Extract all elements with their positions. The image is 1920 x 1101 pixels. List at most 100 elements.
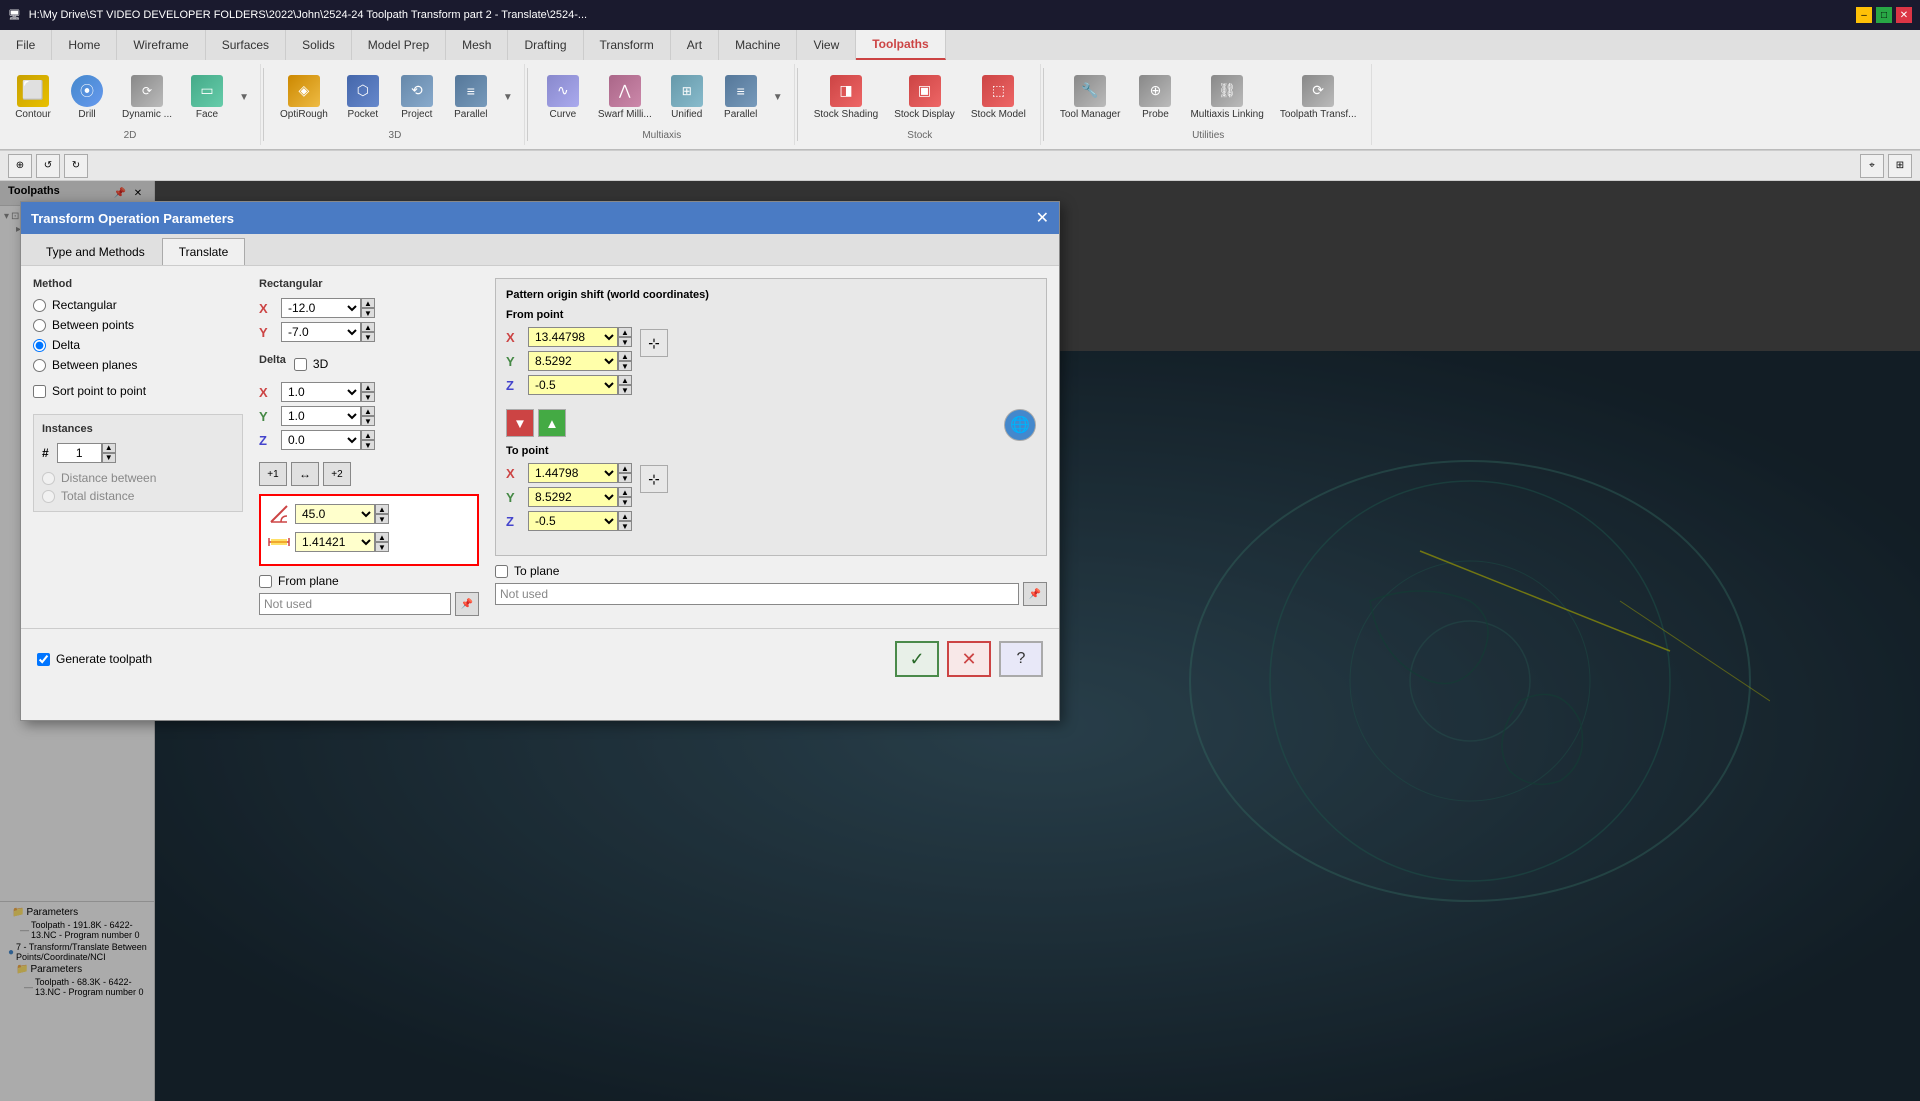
from-plane-checkbox[interactable] bbox=[259, 575, 272, 588]
tab-type-methods[interactable]: Type and Methods bbox=[29, 238, 162, 265]
project-btn[interactable]: ⟲ Project bbox=[392, 71, 442, 124]
delta-z-up[interactable]: ▲ bbox=[361, 430, 375, 440]
to-z-select[interactable]: -0.5 bbox=[528, 511, 618, 531]
sort-point-checkbox[interactable] bbox=[33, 385, 46, 398]
rect-x-select[interactable]: -12.0 bbox=[281, 298, 361, 318]
delta-x-input[interactable]: 1.0 ▲ ▼ bbox=[281, 382, 375, 402]
instances-spin[interactable]: ▲ ▼ bbox=[57, 443, 116, 463]
method-between-points-radio[interactable] bbox=[33, 319, 46, 332]
distance-between-radio[interactable] bbox=[42, 472, 55, 485]
delta-z-select[interactable]: 0.0 bbox=[281, 430, 361, 450]
globe-btn[interactable]: 🌐 bbox=[1004, 409, 1036, 441]
swarf-btn[interactable]: ⋀ Swarf Milli... bbox=[592, 71, 658, 124]
to-y-input[interactable]: 8.5292 ▲ ▼ bbox=[528, 487, 632, 507]
method-between-planes-radio[interactable] bbox=[33, 359, 46, 372]
toolpath-transform-btn[interactable]: ⟳ Toolpath Transf... bbox=[1274, 71, 1363, 124]
tab-toolpaths[interactable]: Toolpaths bbox=[856, 30, 945, 60]
tab-wireframe[interactable]: Wireframe bbox=[117, 30, 205, 60]
delta-z-down[interactable]: ▼ bbox=[361, 440, 375, 450]
tab-translate[interactable]: Translate bbox=[162, 238, 246, 265]
multiaxis-linking-btn[interactable]: ⛓ Multiaxis Linking bbox=[1184, 71, 1269, 124]
angle-select[interactable]: 45.0 bbox=[295, 504, 375, 524]
minimize-btn[interactable]: – bbox=[1856, 7, 1872, 23]
angle-input[interactable]: 45.0 ▲ ▼ bbox=[295, 504, 389, 524]
to-plane-checkbox[interactable] bbox=[495, 565, 508, 578]
from-plane-input[interactable] bbox=[259, 593, 451, 615]
to-plane-item[interactable]: To plane bbox=[495, 564, 559, 578]
delta-y-select[interactable]: 1.0 bbox=[281, 406, 361, 426]
origin-up-btn[interactable]: ▲ bbox=[538, 409, 566, 437]
to-x-select[interactable]: 1.44798 bbox=[528, 463, 618, 483]
to-point-cursor-btn[interactable]: ⊹ bbox=[640, 465, 668, 493]
to-plane-pick-btn[interactable]: 📌 bbox=[1023, 582, 1047, 606]
maximize-btn[interactable]: □ bbox=[1876, 7, 1892, 23]
from-x-up[interactable]: ▲ bbox=[618, 327, 632, 337]
rect-x-up[interactable]: ▲ bbox=[361, 298, 375, 308]
tab-home[interactable]: Home bbox=[52, 30, 117, 60]
from-y-select[interactable]: 8.5292 bbox=[528, 351, 618, 371]
rect-x-down[interactable]: ▼ bbox=[361, 308, 375, 318]
tab-view[interactable]: View bbox=[797, 30, 856, 60]
stock-display-btn[interactable]: ▣ Stock Display bbox=[888, 71, 961, 124]
to-x-input[interactable]: 1.44798 ▲ ▼ bbox=[528, 463, 632, 483]
cancel-btn[interactable]: ✕ bbox=[947, 641, 991, 677]
tab-file[interactable]: File bbox=[0, 30, 52, 60]
unified-btn[interactable]: ⊞ Unified bbox=[662, 71, 712, 124]
toolbar-btn-1[interactable]: ⊕ bbox=[8, 154, 32, 178]
stock-shading-btn[interactable]: ◨ Stock Shading bbox=[808, 71, 885, 124]
from-z-input[interactable]: -0.5 ▲ ▼ bbox=[528, 375, 632, 395]
tab-mesh[interactable]: Mesh bbox=[446, 30, 508, 60]
method-between-points[interactable]: Between points bbox=[33, 318, 243, 332]
from-plane-item[interactable]: From plane bbox=[259, 574, 339, 588]
curve-btn[interactable]: ∿ Curve bbox=[538, 71, 588, 124]
method-rectangular[interactable]: Rectangular bbox=[33, 298, 243, 312]
delta-x-up[interactable]: ▲ bbox=[361, 382, 375, 392]
optirough-btn[interactable]: ◈ OptiRough bbox=[274, 71, 334, 124]
tab-solids[interactable]: Solids bbox=[286, 30, 352, 60]
pocket-btn[interactable]: ⬡ Pocket bbox=[338, 71, 388, 124]
toolbar-right-1[interactable]: ⌖ bbox=[1860, 154, 1884, 178]
to-z-down[interactable]: ▼ bbox=[618, 521, 632, 531]
probe-btn[interactable]: ⊕ Probe bbox=[1130, 71, 1180, 124]
distance-select[interactable]: 1.41421 bbox=[295, 532, 375, 552]
to-y-select[interactable]: 8.5292 bbox=[528, 487, 618, 507]
delta-y-up[interactable]: ▲ bbox=[361, 406, 375, 416]
arrow-btn[interactable]: ↔ bbox=[291, 462, 319, 486]
from-x-select[interactable]: 13.44798 bbox=[528, 327, 618, 347]
angle-down[interactable]: ▼ bbox=[375, 514, 389, 524]
tab-machine[interactable]: Machine bbox=[719, 30, 797, 60]
rect-y-select[interactable]: -7.0 bbox=[281, 322, 361, 342]
from-plane-pick-btn[interactable]: 📌 bbox=[455, 592, 479, 616]
method-between-planes[interactable]: Between planes bbox=[33, 358, 243, 372]
to-plane-input[interactable] bbox=[495, 583, 1019, 605]
from-x-input[interactable]: 13.44798 ▲ ▼ bbox=[528, 327, 632, 347]
origin-down-btn[interactable]: ▼ bbox=[506, 409, 534, 437]
tab-surfaces[interactable]: Surfaces bbox=[206, 30, 286, 60]
rect-y-input[interactable]: -7.0 ▲ ▼ bbox=[281, 322, 375, 342]
tab-transform[interactable]: Transform bbox=[584, 30, 671, 60]
delta-x-select[interactable]: 1.0 bbox=[281, 382, 361, 402]
distance-between-option[interactable]: Distance between bbox=[42, 471, 234, 485]
sort-point-checkbox-item[interactable]: Sort point to point bbox=[33, 384, 243, 398]
help-btn[interactable]: ? bbox=[999, 641, 1043, 677]
method-delta[interactable]: Delta bbox=[33, 338, 243, 352]
from-z-down[interactable]: ▼ bbox=[618, 385, 632, 395]
from-x-down[interactable]: ▼ bbox=[618, 337, 632, 347]
total-distance-option[interactable]: Total distance bbox=[42, 489, 234, 503]
tab-model-prep[interactable]: Model Prep bbox=[352, 30, 446, 60]
total-distance-radio[interactable] bbox=[42, 490, 55, 503]
delta-3d-checkbox[interactable] bbox=[294, 358, 307, 371]
stock-model-btn[interactable]: ⬚ Stock Model bbox=[965, 71, 1032, 124]
ok-btn[interactable]: ✓ bbox=[895, 641, 939, 677]
from-y-input[interactable]: 8.5292 ▲ ▼ bbox=[528, 351, 632, 371]
dynamic-btn[interactable]: ⟳ Dynamic ... bbox=[116, 71, 178, 124]
tab-art[interactable]: Art bbox=[671, 30, 719, 60]
to-z-input[interactable]: -0.5 ▲ ▼ bbox=[528, 511, 632, 531]
to-y-down[interactable]: ▼ bbox=[618, 497, 632, 507]
plus-one-btn[interactable]: +1 bbox=[259, 462, 287, 486]
from-y-up[interactable]: ▲ bbox=[618, 351, 632, 361]
tool-manager-btn[interactable]: 🔧 Tool Manager bbox=[1054, 71, 1127, 124]
drill-btn[interactable]: ⦿ Drill bbox=[62, 71, 112, 124]
tab-drafting[interactable]: Drafting bbox=[508, 30, 583, 60]
distance-down[interactable]: ▼ bbox=[375, 542, 389, 552]
